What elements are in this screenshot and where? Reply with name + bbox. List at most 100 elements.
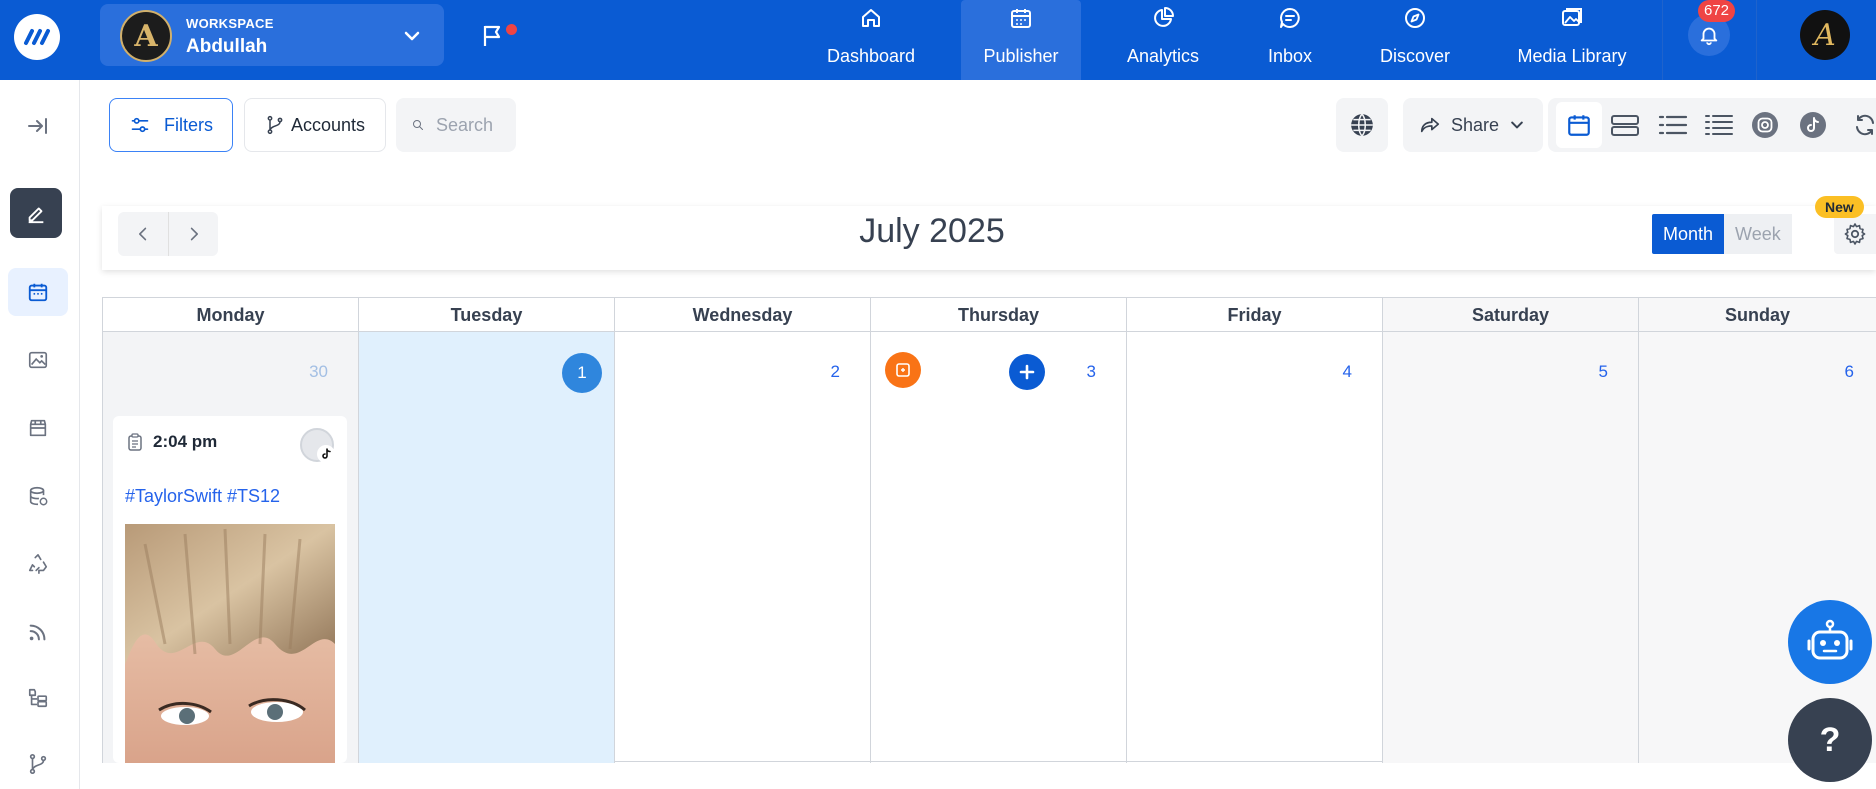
month-view-button[interactable]: Month	[1652, 214, 1725, 254]
nav-publisher-label: Publisher	[983, 46, 1059, 66]
post-account-avatar	[300, 428, 335, 463]
day-cell-today[interactable]: 1	[359, 332, 614, 763]
flag-alert-dot	[506, 24, 517, 35]
calendar-icon	[1011, 9, 1031, 28]
filters-button[interactable]: Filters	[109, 98, 233, 152]
user-avatar[interactable]: A	[1800, 10, 1850, 60]
top-navigation-bar: A WORKSPACE Abdullah Dashboard Publisher…	[0, 0, 1876, 80]
day-number: 4	[1342, 362, 1352, 381]
day-number: 5	[1598, 362, 1608, 381]
ai-assistant-button[interactable]	[1788, 600, 1872, 684]
nav-analytics[interactable]: Analytics	[1118, 0, 1208, 80]
git-branch-icon	[29, 754, 47, 774]
view-compact-list-button[interactable]	[1696, 98, 1742, 152]
sidebar-item-calendar[interactable]	[8, 268, 68, 316]
day-column-saturday: Saturday 5	[1382, 298, 1638, 763]
sidebar-item-recycle[interactable]	[8, 540, 68, 588]
nav-inbox[interactable]: Inbox	[1250, 0, 1330, 80]
post-caption: #TaylorSwift #TS12	[125, 486, 281, 506]
share-arrow-icon	[1420, 117, 1440, 133]
new-feature-badge: New	[1815, 196, 1864, 218]
post-time-label: 2:04 pm	[153, 432, 218, 451]
tiktok-icon	[317, 445, 335, 463]
view-list-button[interactable]	[1650, 98, 1696, 152]
add-post-button[interactable]	[1009, 354, 1045, 390]
nav-media-library[interactable]: Media Library	[1512, 0, 1632, 80]
view-tiktok-button[interactable]	[1790, 98, 1836, 152]
day-cell[interactable]: 30 2:04 pm #TaylorSwift #TS12	[103, 332, 358, 763]
create-draft-button[interactable]	[885, 352, 921, 388]
plus-icon	[1019, 364, 1035, 380]
day-cell[interactable]: 4	[1127, 332, 1382, 763]
image-icon	[1562, 8, 1582, 26]
day-header: Saturday	[1383, 298, 1638, 332]
edit-pencil-icon	[28, 207, 44, 224]
day-header: Sunday	[1639, 298, 1876, 332]
sidebar-item-media[interactable]	[8, 336, 68, 384]
day-header: Wednesday	[615, 298, 870, 332]
day-cell[interactable]: 2	[615, 332, 870, 763]
next-month-button[interactable]	[168, 212, 218, 256]
refresh-button[interactable]	[1848, 98, 1876, 152]
sidebar-item-rss[interactable]	[8, 608, 68, 656]
view-grid-button[interactable]	[1602, 98, 1648, 152]
accounts-button[interactable]: Accounts	[244, 98, 386, 152]
search-input[interactable]	[436, 114, 516, 136]
day-header: Thursday	[871, 298, 1126, 332]
chevron-left-icon	[139, 227, 147, 241]
workspace-name: Abdullah	[186, 36, 268, 57]
workspace-switcher[interactable]: A WORKSPACE Abdullah	[100, 4, 444, 66]
workspace-label: WORKSPACE	[186, 16, 274, 31]
share-button[interactable]: Share	[1403, 98, 1543, 152]
day-cell[interactable]: 3	[871, 332, 1126, 763]
instagram-icon	[1752, 112, 1778, 138]
help-button[interactable]: ?	[1788, 698, 1872, 782]
chevron-down-icon	[1511, 121, 1523, 129]
sidebar-item-store[interactable]	[8, 404, 68, 452]
flag-icon[interactable]	[480, 22, 506, 48]
week-view-button[interactable]: Week	[1724, 214, 1792, 254]
view-calendar-button[interactable]	[1556, 102, 1602, 148]
nav-discover[interactable]: Discover	[1370, 0, 1460, 80]
nav-analytics-label: Analytics	[1126, 46, 1200, 66]
folder-tree-icon	[28, 688, 48, 708]
nav-media-library-label: Media Library	[1517, 46, 1627, 66]
nav-divider	[1662, 0, 1663, 80]
app-logo[interactable]	[14, 14, 60, 60]
nav-publisher[interactable]: Publisher	[961, 0, 1081, 80]
database-icon	[29, 486, 48, 506]
nav-inbox-label: Inbox	[1267, 46, 1313, 66]
view-switcher	[1548, 98, 1876, 152]
sidebar-collapse-button[interactable]	[8, 102, 68, 150]
calendar-month-title: July 2025	[859, 212, 1005, 250]
pie-chart-icon	[1154, 7, 1174, 27]
day-column-wednesday: Wednesday 2	[614, 298, 870, 763]
scheduled-post-card[interactable]: 2:04 pm #TaylorSwift #TS12	[113, 416, 347, 763]
sliders-icon	[131, 117, 149, 133]
robot-icon	[1807, 619, 1853, 660]
nav-dashboard[interactable]: Dashboard	[826, 0, 916, 80]
calendar-icon	[28, 283, 48, 302]
today-day-number: 1	[562, 353, 602, 393]
sidebar-item-structure[interactable]	[8, 674, 68, 722]
prev-month-button[interactable]	[118, 212, 168, 256]
view-instagram-button[interactable]	[1742, 98, 1788, 152]
calendar-settings-button[interactable]	[1834, 214, 1876, 254]
day-number: 3	[1086, 362, 1096, 381]
note-icon	[896, 363, 910, 377]
day-cell[interactable]: 5	[1383, 332, 1638, 763]
image-icon	[28, 351, 48, 369]
sidebar-item-branch[interactable]	[8, 740, 68, 788]
day-column-sunday: Sunday 6	[1638, 298, 1876, 763]
recycle-icon	[28, 554, 48, 574]
sidebar-compose-button[interactable]	[10, 188, 62, 238]
chat-icon	[1280, 8, 1300, 28]
clipboard-icon	[128, 433, 142, 451]
refresh-icon	[1856, 114, 1874, 136]
timezone-button[interactable]	[1336, 98, 1388, 152]
day-header: Tuesday	[359, 298, 614, 332]
day-column-thursday: Thursday 3	[870, 298, 1126, 763]
globe-icon	[1351, 113, 1373, 137]
sidebar-item-database[interactable]	[8, 472, 68, 520]
day-number: 6	[1844, 362, 1854, 381]
